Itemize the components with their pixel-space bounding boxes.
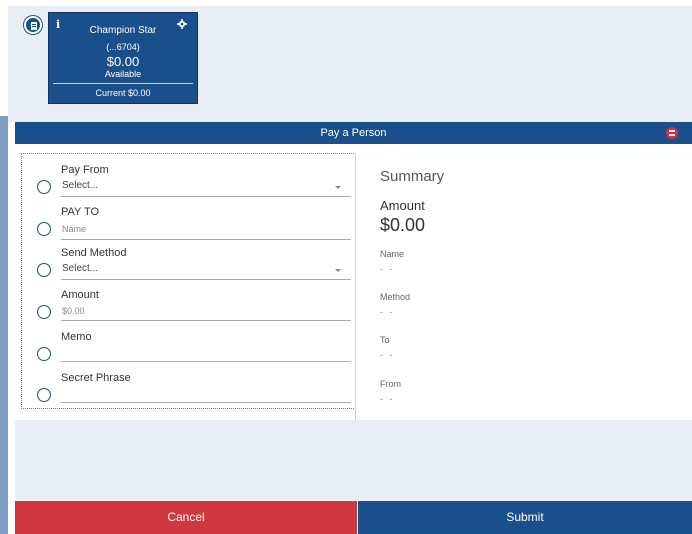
- radio-pay-from[interactable]: [37, 180, 51, 194]
- radio-memo[interactable]: [37, 347, 51, 361]
- app-icon[interactable]: [24, 16, 42, 34]
- account-card[interactable]: i Champion Star (...6704) $0.00 Availabl…: [48, 12, 198, 104]
- chevron-down-icon[interactable]: [335, 186, 341, 189]
- account-name: Champion Star: [89, 25, 157, 36]
- field-underline: [61, 196, 351, 197]
- chevron-down-icon[interactable]: [335, 269, 341, 272]
- radio-pay-to[interactable]: [37, 222, 51, 236]
- radio-send-method[interactable]: [37, 263, 51, 277]
- account-number: (...6704): [106, 42, 140, 52]
- summary-to-label: To: [380, 335, 390, 345]
- field-underline: [61, 361, 351, 362]
- field-secret-phrase[interactable]: Secret Phrase: [22, 370, 355, 412]
- summary-from-value: - -: [380, 394, 395, 404]
- summary-name-value: - -: [380, 264, 395, 274]
- page-title: Pay a Person: [320, 127, 387, 139]
- summary-name-label: Name: [380, 249, 405, 259]
- field-pay-to[interactable]: PAY TO Name: [22, 204, 355, 246]
- summary-amount-label: Amount: [380, 198, 425, 213]
- card-divider: [53, 83, 193, 84]
- summary-to-value: - -: [380, 350, 395, 360]
- summary-from-label: From: [380, 379, 401, 389]
- summary-method-value: - -: [380, 307, 395, 317]
- print-icon[interactable]: [666, 127, 678, 139]
- pay-form: Pay From Select... PAY TO Name Send Meth…: [21, 153, 356, 409]
- field-label: Memo: [61, 331, 92, 343]
- submit-label: Submit: [506, 510, 544, 524]
- field-underline: [61, 239, 351, 240]
- field-label: Pay From: [61, 164, 109, 176]
- summary-title: Summary: [380, 168, 445, 185]
- summary-method-label: Method: [380, 292, 411, 302]
- available-label: Available: [104, 69, 142, 79]
- title-bar: Pay a Person: [15, 122, 692, 144]
- field-amount[interactable]: Amount $0.00: [22, 287, 355, 329]
- left-accent-stripe: [0, 116, 8, 534]
- field-label: Secret Phrase: [61, 372, 131, 384]
- field-label: Amount: [61, 289, 99, 301]
- pay-from-select[interactable]: Select...: [62, 180, 98, 191]
- cancel-button[interactable]: Cancel: [15, 501, 357, 534]
- account-balance: $0.00: [106, 54, 140, 69]
- amount-input[interactable]: $0.00: [62, 306, 85, 316]
- field-underline: [61, 279, 351, 280]
- current-balance: Current $0.00: [95, 88, 151, 98]
- cancel-label: Cancel: [167, 510, 205, 524]
- radio-amount[interactable]: [37, 305, 51, 319]
- summary-amount-value: $0.00: [380, 215, 426, 235]
- panel-divider: [355, 153, 356, 420]
- field-label: Send Method: [61, 247, 127, 259]
- pay-to-input[interactable]: Name: [62, 224, 86, 234]
- field-underline: [61, 402, 351, 403]
- lower-fill: [15, 420, 692, 501]
- field-send-method[interactable]: Send Method Select...: [22, 245, 355, 287]
- document-icon: [31, 22, 37, 30]
- radio-secret-phrase[interactable]: [37, 388, 51, 402]
- send-method-select[interactable]: Select...: [62, 263, 98, 274]
- field-label: PAY TO: [61, 206, 100, 218]
- submit-button[interactable]: Submit: [358, 501, 692, 534]
- field-underline: [61, 320, 351, 321]
- field-pay-from[interactable]: Pay From Select...: [22, 162, 355, 204]
- field-memo[interactable]: Memo: [22, 329, 355, 371]
